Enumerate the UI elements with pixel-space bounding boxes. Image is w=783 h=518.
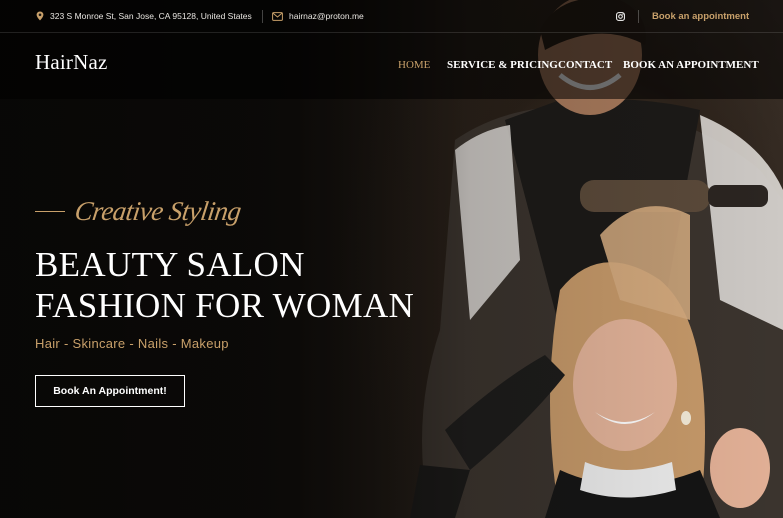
hero-subtitle: Hair - Skincare - Nails - Makeup — [35, 336, 229, 351]
nav-service-pricing[interactable]: SERVICE & PRICING — [447, 59, 558, 73]
address-text: 323 S Monroe St, San Jose, CA 95128, Uni… — [50, 11, 252, 21]
tagline-text: Creative Styling — [72, 196, 243, 226]
instagram-icon[interactable] — [616, 11, 625, 21]
email-text[interactable]: hairnaz@proton.me — [289, 11, 364, 21]
nav-contact[interactable]: CONTACT — [558, 59, 612, 73]
hero-title-line2: FASHION FOR WOMAN — [35, 286, 415, 325]
hero-tagline: Creative Styling — [35, 196, 243, 227]
location-pin-icon — [36, 11, 44, 21]
nav-home[interactable]: HOME — [398, 59, 430, 73]
site-logo[interactable]: HairNaz — [35, 50, 108, 75]
top-info-bar: 323 S Monroe St, San Jose, CA 95128, Uni… — [0, 0, 783, 33]
nav-book-appointment[interactable]: BOOK AN APPOINTMENT — [623, 59, 759, 73]
book-appointment-button[interactable]: Book An Appointment! — [35, 375, 185, 407]
hero-title: BEAUTY SALON FASHION FOR WOMAN — [35, 244, 414, 326]
instagram-link[interactable] — [616, 0, 625, 32]
envelope-icon — [272, 11, 283, 21]
address-item: 323 S Monroe St, San Jose, CA 95128, Uni… — [36, 0, 252, 32]
divider — [262, 10, 263, 23]
top-book-appointment-link[interactable]: Book an appointment — [652, 0, 749, 32]
tagline-divider — [35, 211, 65, 212]
divider — [638, 10, 639, 23]
hero-title-line1: BEAUTY SALON — [35, 245, 305, 284]
main-navbar: HairNaz HOME SERVICE & PRICING CONTACT B… — [0, 33, 783, 99]
email-item[interactable]: hairnaz@proton.me — [272, 0, 364, 32]
